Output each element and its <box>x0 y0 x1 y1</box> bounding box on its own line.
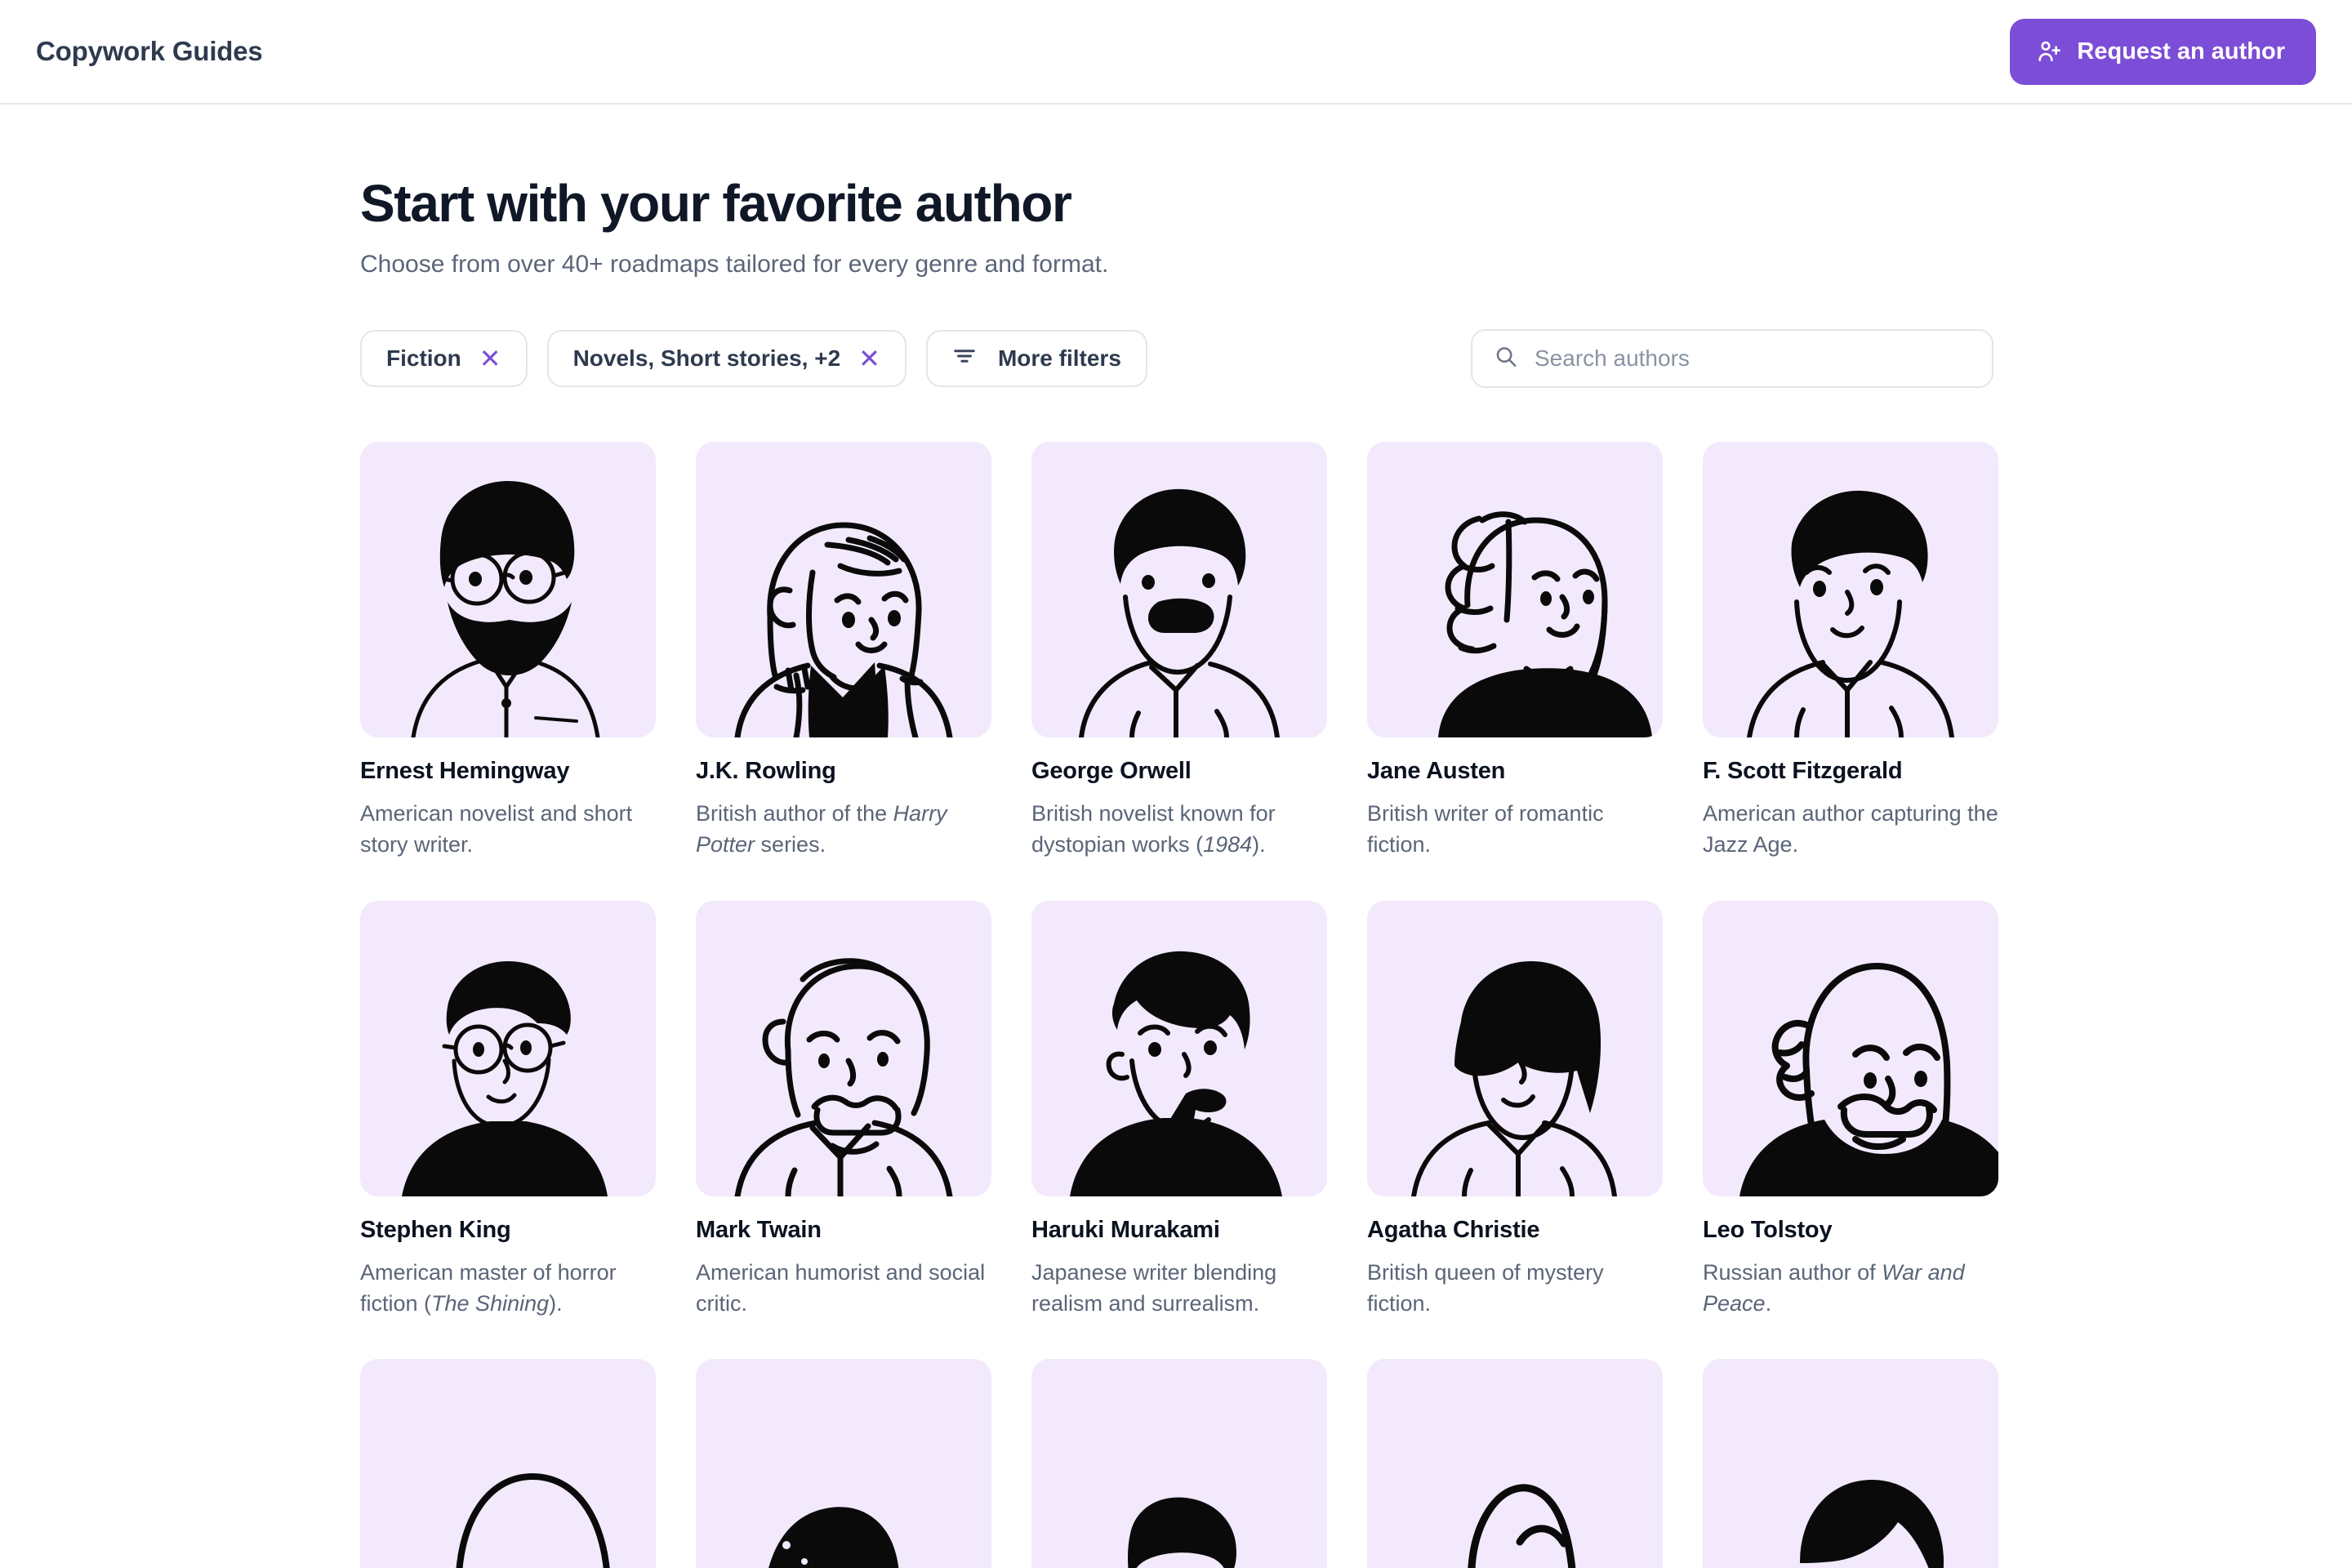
author-card[interactable] <box>1031 1359 1327 1568</box>
author-name: George Orwell <box>1031 758 1192 784</box>
author-description: American author capturing the Jazz Age. <box>1703 801 1998 858</box>
author-name: Haruki Murakami <box>1031 1216 1220 1243</box>
filter-chip-label: Novels, Short stories, +2 <box>572 345 841 371</box>
app-header: Copywork Guides Request an author <box>0 0 2352 105</box>
author-portrait <box>1703 1359 1998 1568</box>
author-portrait <box>1031 442 1327 737</box>
filter-bar: Fiction ✕ Novels, Short stories, +2 ✕ Mo… <box>360 329 1993 388</box>
author-portrait <box>1367 1359 1663 1568</box>
author-description: American master of horror fiction (The S… <box>360 1259 617 1316</box>
page-subtitle: Choose from over 40+ roadmaps tailored f… <box>360 251 1109 278</box>
author-card[interactable]: Jane Austen British writer of romantic fi… <box>1367 442 1663 861</box>
author-card[interactable]: George Orwell British novelist known for … <box>1031 442 1327 861</box>
author-portrait <box>1367 900 1663 1196</box>
author-grid: Ernest Hemingway American novelist and sh… <box>360 442 1998 1568</box>
author-portrait <box>1703 442 1998 737</box>
author-portrait <box>1703 900 1998 1196</box>
filter-lines-icon <box>952 345 977 372</box>
author-portrait <box>360 900 656 1196</box>
filter-chip-label: Fiction <box>386 345 461 371</box>
more-filters-button[interactable]: More filters <box>925 330 1147 387</box>
author-portrait <box>696 1359 991 1568</box>
author-portrait <box>360 1359 656 1568</box>
content-column: Start with your favorite author Choose f… <box>360 173 1998 1568</box>
author-name: Leo Tolstoy <box>1703 1216 1833 1243</box>
author-name: Jane Austen <box>1367 758 1506 784</box>
author-description: Japanese writer blending realism and sur… <box>1031 1259 1277 1316</box>
more-filters-label: More filters <box>997 345 1121 371</box>
author-card[interactable] <box>1367 1359 1663 1568</box>
page-title: Start with your favorite author <box>360 174 1072 233</box>
author-portrait <box>1031 900 1327 1196</box>
close-icon[interactable]: ✕ <box>858 345 880 372</box>
author-description: Russian author of War and Peace. <box>1703 1259 1965 1316</box>
author-card[interactable] <box>696 1359 991 1568</box>
author-description: British writer of romantic fiction. <box>1367 801 1604 858</box>
author-card[interactable] <box>1703 1359 1998 1568</box>
author-card[interactable]: Leo Tolstoy Russian author of War and Pea… <box>1703 900 1998 1320</box>
author-name: Agatha Christie <box>1367 1216 1540 1243</box>
author-card[interactable]: Agatha Christie British queen of mystery … <box>1367 900 1663 1320</box>
author-name: Stephen King <box>360 1216 511 1243</box>
author-card[interactable]: Haruki Murakami Japanese writer blending … <box>1031 900 1327 1320</box>
request-author-button[interactable]: Request an author <box>2010 18 2316 85</box>
search-container <box>1471 329 1993 388</box>
author-card[interactable]: Ernest Hemingway American novelist and sh… <box>360 442 656 861</box>
author-name: J.K. Rowling <box>696 758 836 784</box>
author-name: F. Scott Fitzgerald <box>1703 758 1903 784</box>
author-portrait <box>1367 442 1663 737</box>
author-description: American humorist and social critic. <box>696 1259 986 1316</box>
author-description: British novelist known for dystopian wor… <box>1031 801 1276 858</box>
author-portrait <box>1031 1359 1327 1568</box>
filter-chip-formats[interactable]: Novels, Short stories, +2 ✕ <box>546 330 906 387</box>
search-input[interactable] <box>1471 329 1993 388</box>
author-card[interactable]: Mark Twain American humorist and social c… <box>696 900 991 1320</box>
brand-title: Copywork Guides <box>36 36 263 66</box>
author-description: British queen of mystery fiction. <box>1367 1259 1604 1316</box>
request-author-label: Request an author <box>2077 38 2285 65</box>
author-card[interactable]: Stephen King American master of horror fi… <box>360 900 656 1320</box>
user-plus-icon <box>2036 38 2062 65</box>
author-description: American novelist and short story writer… <box>360 801 633 858</box>
close-icon[interactable]: ✕ <box>479 345 501 372</box>
author-name: Ernest Hemingway <box>360 758 570 784</box>
author-description: British author of the Harry Potter serie… <box>696 801 947 858</box>
author-portrait <box>360 442 656 737</box>
author-name: Mark Twain <box>696 1216 822 1243</box>
author-card[interactable]: F. Scott Fitzgerald American author captu… <box>1703 442 1998 861</box>
author-portrait <box>696 442 991 737</box>
author-card[interactable]: J.K. Rowling British author of the Harry … <box>696 442 991 861</box>
author-card[interactable] <box>360 1359 656 1568</box>
author-portrait <box>696 900 991 1196</box>
filter-chip-fiction[interactable]: Fiction ✕ <box>360 330 528 387</box>
page-body: Start with your favorite author Choose f… <box>0 173 2352 1568</box>
